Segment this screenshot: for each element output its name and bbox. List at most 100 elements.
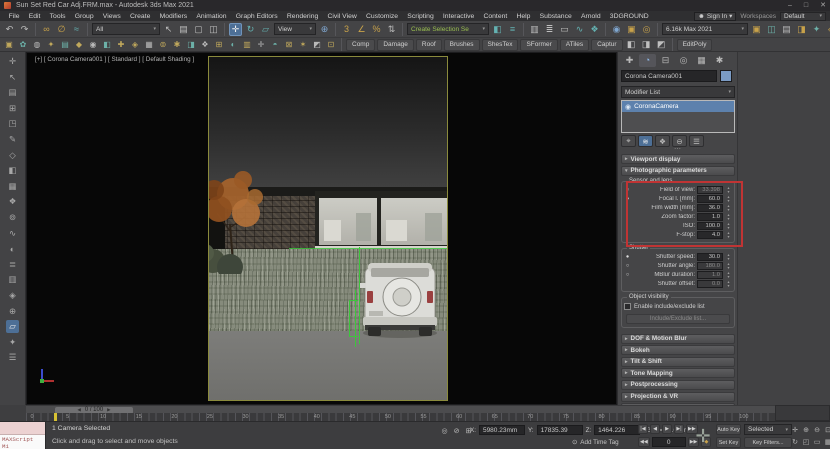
transform-gizmo-toggle-icon[interactable]: ✛ <box>692 424 714 448</box>
mblur-duration-value[interactable]: 1.0 <box>697 271 723 279</box>
redo-icon[interactable]: ↷ <box>18 23 31 36</box>
object-name-field[interactable]: Corona Camera001 <box>621 70 717 82</box>
spinner[interactable] <box>725 253 732 261</box>
tab-create-icon[interactable]: ✚ <box>621 54 638 67</box>
menu-item[interactable]: Views <box>98 13 125 20</box>
menu-item[interactable]: Help <box>512 13 535 20</box>
toolbar-extra-icon[interactable]: ✦ <box>810 23 823 36</box>
listener-macro-pane[interactable] <box>0 422 45 435</box>
object-color-swatch[interactable] <box>720 70 732 82</box>
viewport[interactable]: [+] [ Corona Camera001 ] [ Standard ] [ … <box>26 52 617 405</box>
ribbon-toggle-icon[interactable]: ▭ <box>558 23 571 36</box>
pan-view-icon[interactable]: ✛ <box>790 424 800 435</box>
material-editor-icon[interactable]: ◉ <box>610 23 623 36</box>
menu-item[interactable]: Edit <box>24 13 45 20</box>
viewport-label[interactable]: [+] [ Corona Camera001 ] [ Standard ] [ … <box>35 56 194 63</box>
play-icon[interactable]: ▶ <box>662 424 672 434</box>
schematic-view-icon[interactable]: ❖ <box>588 23 601 36</box>
menu-item[interactable]: Customize <box>361 13 402 20</box>
menu-item[interactable]: 3DGROUND <box>605 13 653 20</box>
radio-off-icon[interactable]: ○ <box>624 263 631 269</box>
orbit-view-icon[interactable]: ↻ <box>790 436 800 447</box>
bind-spacewarp-icon[interactable]: ≈ <box>70 23 83 36</box>
spinner[interactable] <box>725 262 732 270</box>
toolbar-extra-icon[interactable]: ◈ <box>825 23 830 36</box>
select-by-name-icon[interactable]: ▤ <box>177 23 190 36</box>
spinner[interactable] <box>725 204 732 212</box>
auto-key-button[interactable]: Auto Key <box>716 424 741 435</box>
plugin-button[interactable]: Damage <box>377 39 414 51</box>
plugin-icon[interactable]: ⊞ <box>213 39 225 51</box>
plugin-icon[interactable]: ▤ <box>59 39 71 51</box>
spinner[interactable] <box>725 186 732 194</box>
plugin-icon[interactable]: ◍ <box>31 39 43 51</box>
rollout-header[interactable]: Projection & VR <box>621 392 735 402</box>
plugin-icon[interactable]: ◐ <box>227 39 239 51</box>
plugin-button[interactable]: Roof <box>416 39 442 51</box>
workspace-dropdown[interactable]: Default ▾ <box>780 12 826 21</box>
plugin-button[interactable]: Captur <box>591 39 623 51</box>
fov-value[interactable]: 33.398 <box>697 186 723 194</box>
isolate-selection-icon[interactable]: ◎ <box>440 426 449 435</box>
left-toolbar-icon[interactable]: ◧ <box>6 164 19 177</box>
scene-explorer-icon[interactable]: ▥ <box>528 23 541 36</box>
use-center-icon[interactable]: ⊕ <box>318 23 331 36</box>
previous-frame-icon[interactable]: ◀ <box>650 424 660 434</box>
rollout-header[interactable]: Tone Mapping <box>621 368 735 378</box>
pin-stack-icon[interactable]: ⌖ <box>621 135 636 147</box>
radio-on-icon[interactable]: ● <box>624 196 631 202</box>
render-frame-window-icon[interactable]: ◎ <box>640 23 653 36</box>
time-slider-track[interactable]: 0 / 100 <box>26 405 775 413</box>
menu-item[interactable]: Substance <box>535 13 576 20</box>
zoom-region-icon[interactable]: ◰ <box>801 436 811 447</box>
include-exclude-button[interactable]: Include/Exclude list... <box>626 314 730 324</box>
spinner[interactable] <box>725 222 732 230</box>
make-unique-icon[interactable]: ❖ <box>655 135 670 147</box>
plugin-icon[interactable]: ✱ <box>171 39 183 51</box>
plugin-icon[interactable]: ⊚ <box>157 39 169 51</box>
select-object-icon[interactable]: ↖ <box>162 23 175 36</box>
iso-value[interactable]: 100.0 <box>697 222 723 230</box>
left-toolbar-icon[interactable]: ⊕ <box>6 305 19 318</box>
plugin-icon[interactable]: ⊠ <box>283 39 295 51</box>
tab-hierarchy-icon[interactable]: ⊟ <box>657 54 674 67</box>
menu-item[interactable]: Scripting <box>403 13 439 20</box>
menu-item[interactable]: Arnold <box>576 13 605 20</box>
plugin-icon[interactable]: ▣ <box>3 39 15 51</box>
selection-filter-dropdown[interactable]: All ▾ <box>92 23 160 35</box>
rollout-header[interactable]: Tilt & Shift <box>621 357 735 367</box>
rollout-photographic-parameters[interactable]: Photographic parameters <box>621 166 735 176</box>
toolbar-extra-icon[interactable]: ▤ <box>780 23 793 36</box>
plugin-icon[interactable]: ▦ <box>143 39 155 51</box>
plugin-icon[interactable]: ◧ <box>101 39 113 51</box>
left-toolbar-icon[interactable]: ∿ <box>6 227 19 240</box>
maximize-viewport-icon[interactable]: ▦ <box>823 436 830 447</box>
spinner-snap-icon[interactable]: ⇅ <box>385 23 398 36</box>
key-mode-dropdown[interactable]: Selected ▾ <box>744 424 792 435</box>
menu-item[interactable]: Create <box>125 13 155 20</box>
spinner[interactable] <box>725 213 732 221</box>
shutter-offset-value[interactable]: 0.0 <box>697 280 723 288</box>
zoom-in-icon[interactable]: ⊕ <box>801 424 811 435</box>
angle-snap-icon[interactable]: ∠ <box>355 23 368 36</box>
left-toolbar-icon[interactable]: ⊞ <box>6 102 19 115</box>
radio-off-icon[interactable]: ○ <box>624 272 631 278</box>
go-to-start-icon[interactable]: |◀ <box>638 424 648 434</box>
snaps-toggle-icon[interactable]: 3 <box>340 23 353 36</box>
fstop-value[interactable]: 4.0 <box>697 231 723 239</box>
field-of-view-icon[interactable]: ▭ <box>812 436 822 447</box>
current-frame-field[interactable]: 0 <box>652 437 686 447</box>
menu-item[interactable]: Animation <box>192 13 231 20</box>
unlink-icon[interactable]: ∅ <box>55 23 68 36</box>
plugin-icon[interactable]: ✦ <box>45 39 57 51</box>
maximize-icon[interactable]: □ <box>804 0 808 11</box>
left-toolbar-icon[interactable]: ◐ <box>6 242 19 255</box>
listener-script-pane[interactable]: MAXScript Mi <box>0 435 45 449</box>
plugin-icon[interactable]: ✶ <box>297 39 309 51</box>
plugin-icon[interactable]: ▥ <box>241 39 253 51</box>
menu-item[interactable]: Interactive <box>438 13 479 20</box>
spinner[interactable] <box>725 231 732 239</box>
film-width-value[interactable]: 36.0 <box>697 204 723 212</box>
rotate-tool-icon[interactable]: ↻ <box>244 23 257 36</box>
left-toolbar-icon[interactable]: ≣ <box>6 258 19 271</box>
